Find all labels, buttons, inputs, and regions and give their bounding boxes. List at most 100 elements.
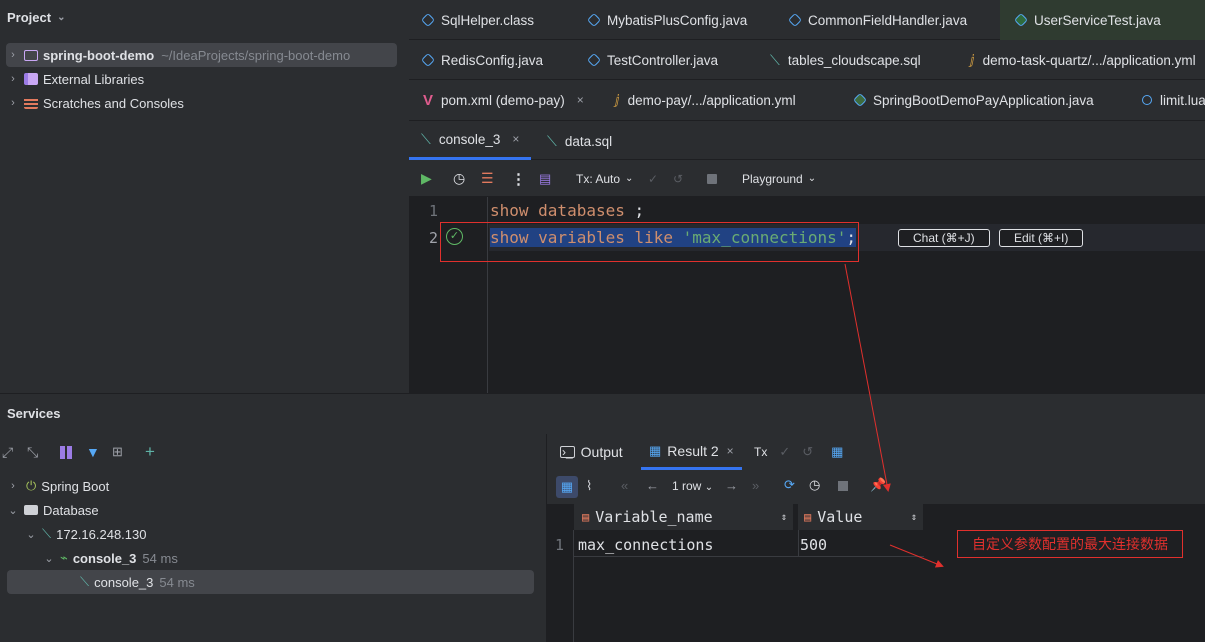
tx-label: Tx ✓ ↺ ▦	[754, 444, 844, 460]
result-toolbar: ▦ ⌇ « ← 1 row ⌄ → » ⟳ ◷ 📌	[547, 470, 1205, 504]
code-line-1[interactable]: show databases ;	[490, 201, 644, 220]
console-icon: ›_	[560, 445, 575, 459]
chat-button[interactable]: Chat (⌘+J)	[898, 229, 990, 247]
history-button[interactable]: ◷	[453, 160, 465, 197]
tree-item-console-session[interactable]: ⌄ ⌁ console_3 54 ms	[42, 546, 177, 570]
class-icon	[420, 52, 436, 68]
result-panel: ›_ Output ▦ Result 2 × Tx ✓ ↺ ▦ ▦ ⌇ « ← 1 row …	[546, 434, 1205, 642]
tab-testcontroller[interactable]: TestController.java	[586, 40, 718, 80]
cell-value[interactable]: 500	[800, 536, 827, 554]
class-icon	[420, 12, 436, 28]
close-icon[interactable]: ×	[727, 444, 734, 458]
line-number: 1	[429, 202, 439, 220]
tab-console-3[interactable]: ⟍ console_3 ×	[409, 121, 532, 160]
edit-button[interactable]: Edit (⌘+I)	[999, 229, 1084, 247]
tree-item-database[interactable]: ⌄ Database	[6, 498, 98, 522]
project-title[interactable]: Project ⌄	[7, 10, 65, 25]
refresh-icon[interactable]: ⟳	[784, 477, 795, 493]
services-panel: Services ⤢ ⤡ ▼ ⊞ + › ⏻ Spring Boot ⌄ Databa…	[0, 393, 1205, 642]
sql-file-icon: ⟍	[547, 132, 557, 149]
commit-button[interactable]: ✓	[648, 160, 658, 197]
lua-file-icon	[1142, 95, 1152, 105]
chevron-right-icon[interactable]: ›	[6, 49, 20, 61]
session-button[interactable]: ▤	[539, 160, 551, 197]
services-tree: › ⏻ Spring Boot ⌄ Database ⌄ ⟍ 172.16.248.130…	[0, 434, 546, 642]
stop-icon[interactable]	[838, 481, 848, 491]
chevron-down-icon: ⌄	[807, 173, 817, 184]
tab-redisconfig[interactable]: RedisConfig.java	[420, 40, 543, 80]
sql-console-icon: ⟍	[80, 574, 90, 589]
grid-view-icon[interactable]: ▦	[556, 476, 578, 498]
tab-demo-task-quartz-yml[interactable]: ⅉ demo-task-quartz/.../application.yml	[970, 40, 1196, 80]
class-icon	[787, 12, 803, 28]
last-page-icon[interactable]: »	[752, 478, 759, 493]
folder-icon	[24, 505, 38, 515]
line-number: 2	[429, 229, 439, 247]
cell-variable-name[interactable]: max_connections	[578, 536, 713, 554]
chevron-down-icon[interactable]: ⌄	[24, 528, 38, 541]
run-button[interactable]: ▶	[421, 160, 432, 197]
yaml-file-icon: ⅉ	[970, 52, 975, 67]
tab-springbootdemopayapplication[interactable]: SpringBootDemoPayApplication.java	[852, 80, 1094, 120]
tab-tables-cloudscape[interactable]: ⟍ tables_cloudscape.sql	[770, 40, 921, 80]
tx-mode-dropdown[interactable]: Tx: Auto ⌄	[576, 160, 633, 197]
playground-dropdown[interactable]: Playground ⌄	[742, 160, 816, 197]
more-button[interactable]: ⋮	[511, 160, 526, 197]
prev-page-icon[interactable]: ←	[646, 478, 659, 493]
tree-item-spring-boot[interactable]: › ⏻ Spring Boot	[6, 474, 109, 498]
sort-icon: ⇕	[910, 511, 917, 523]
column-header-value[interactable]: ▤ Value ⇕	[798, 504, 923, 530]
history-icon[interactable]: ◷	[809, 477, 820, 493]
first-page-icon[interactable]: «	[621, 478, 628, 493]
close-icon[interactable]: ×	[512, 132, 519, 146]
tab-data-sql[interactable]: ⟍ data.sql	[547, 121, 612, 161]
console-toolbar: ▶ ◷ ☰ ⋮ ▤ Tx: Auto ⌄ ✓ ↺ Playground ⌄	[409, 160, 1205, 197]
layout-icon[interactable]: ▦	[831, 444, 843, 460]
tab-sqlhelper[interactable]: SqlHelper.class	[420, 0, 534, 40]
tab-output[interactable]: ›_ Output	[560, 434, 623, 470]
column-icon: ▤	[804, 510, 812, 524]
pin-icon[interactable]: 📌	[870, 477, 886, 493]
stop-icon	[707, 173, 717, 184]
next-page-icon[interactable]: →	[725, 478, 738, 493]
rollback-button[interactable]: ↺	[673, 160, 683, 197]
class-icon	[586, 12, 602, 28]
sql-console-icon: ⟍	[421, 130, 431, 147]
chevron-down-icon[interactable]: ⌄	[42, 552, 56, 565]
tab-demo-pay-yml[interactable]: ⅉ demo-pay/.../application.yml	[615, 80, 796, 120]
tab-result-2[interactable]: ▦ Result 2 ×	[641, 434, 742, 470]
sql-file-icon: ⟍	[770, 51, 780, 68]
scratches-icon	[24, 97, 38, 109]
services-title: Services	[7, 406, 61, 421]
row-border	[574, 556, 924, 557]
chevron-right-icon[interactable]: ›	[6, 73, 20, 85]
tree-item-scratches[interactable]: › Scratches and Consoles	[6, 91, 184, 115]
chevron-down-icon: ⌄	[704, 482, 714, 493]
check-icon[interactable]: ✓	[779, 444, 790, 460]
stop-button[interactable]	[707, 160, 717, 197]
tab-row-4: ⟍ console_3 × ⟍ data.sql	[409, 121, 1205, 160]
column-header-variable-name[interactable]: ▤ Variable_name ⇕	[574, 504, 794, 530]
tab-userservicetest[interactable]: UserServiceTest.java	[1000, 0, 1205, 40]
chevron-down-icon[interactable]: ⌄	[6, 504, 20, 517]
tab-limit-lua[interactable]: limit.lua	[1142, 80, 1205, 120]
tree-item-spring-boot-demo[interactable]: › spring-boot-demo ~/IdeaProjects/spring…	[6, 43, 397, 67]
tree-item-host[interactable]: ⌄ ⟍ 172.16.248.130	[24, 522, 146, 546]
rollback-icon[interactable]: ↺	[802, 444, 813, 460]
close-icon[interactable]: ×	[577, 93, 584, 107]
tree-item-console-3[interactable]: ⟍ console_3 54 ms	[7, 570, 534, 594]
chevron-right-icon[interactable]: ›	[6, 97, 20, 109]
project-panel: Project ⌄ › spring-boot-demo ~/IdeaProje…	[0, 0, 409, 393]
table-icon: ▦	[649, 442, 662, 458]
settings-button[interactable]: ☰	[481, 160, 494, 197]
chart-view-icon[interactable]: ⌇	[586, 478, 592, 494]
chevron-right-icon[interactable]: ›	[6, 480, 20, 492]
tab-commonfieldhandler[interactable]: CommonFieldHandler.java	[787, 0, 967, 40]
tab-mybatisplusconfig[interactable]: MybatisPlusConfig.java	[586, 0, 747, 40]
more-vertical-icon: ⋮	[511, 170, 526, 188]
tree-item-external-libraries[interactable]: › External Libraries	[6, 67, 144, 91]
result-grid: ▤ Variable_name ⇕ ▤ Value ⇕ 1 max_connection…	[547, 504, 1205, 642]
tab-pom-xml[interactable]: Vpom.xml (demo-pay) ×	[423, 80, 584, 120]
table-edit-icon: ▤	[539, 170, 552, 186]
rows-dropdown[interactable]: 1 row ⌄	[672, 479, 713, 493]
